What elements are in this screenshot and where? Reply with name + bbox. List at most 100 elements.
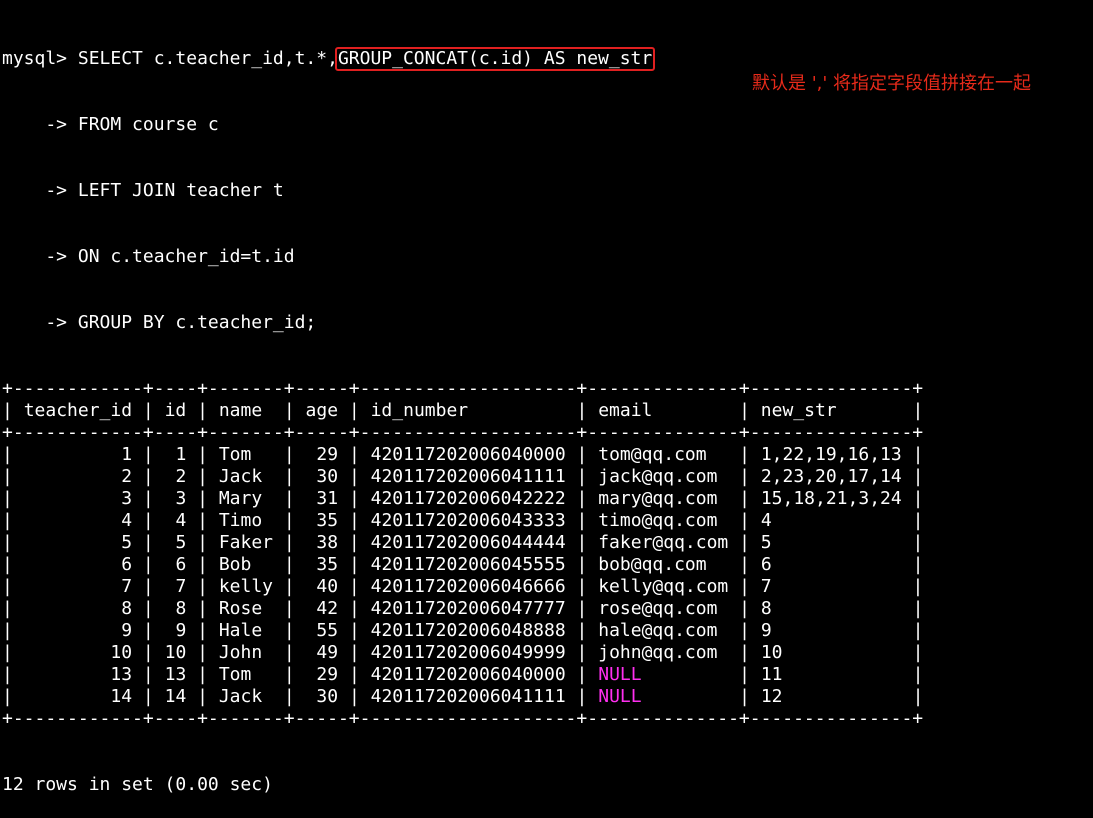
cell-name: Tom [218, 664, 252, 685]
cell-teacher-id: 7 [121, 576, 133, 597]
cell-name: Tom [218, 444, 252, 465]
cell-id-number: 420117202006043333 [370, 510, 566, 531]
column-header-age: age [305, 400, 339, 421]
cell-age: 30 [316, 686, 339, 707]
table-row: | 2 | 2 | Jack | 30 | 420117202006041111… [2, 466, 924, 487]
cell-email: NULL [598, 664, 642, 685]
cell-age: 49 [316, 642, 339, 663]
cell-age: 31 [316, 488, 339, 509]
table-row: | 5 | 5 | Faker | 38 | 42011720200604444… [2, 532, 924, 553]
column-header-email: email [598, 400, 653, 421]
cell-teacher-id: 5 [121, 532, 133, 553]
cell-age: 29 [316, 444, 339, 465]
cell-new-str: 7 [760, 576, 772, 597]
column-header-new-str: new_str [760, 400, 837, 421]
cell-email: kelly@qq.com [598, 576, 729, 597]
query-group-by-clause: GROUP BY c.teacher_id; [77, 312, 317, 333]
cell-email: mary@qq.com [598, 488, 718, 509]
column-header-id: id [164, 400, 187, 421]
cell-new-str: 12 [760, 686, 783, 707]
cell-email: hale@qq.com [598, 620, 718, 641]
cell-teacher-id: 8 [121, 598, 133, 619]
cell-name: Rose [218, 598, 263, 619]
cell-email: faker@qq.com [598, 532, 729, 553]
cell-id-number: 420117202006040000 [370, 444, 566, 465]
cell-new-str: 6 [760, 554, 772, 575]
cell-id-number: 420117202006040000 [370, 664, 566, 685]
cell-name: Hale [218, 620, 263, 641]
cell-age: 42 [316, 598, 339, 619]
cell-new-str: 15,18,21,3,24 [760, 488, 902, 509]
cell-new-str: 9 [760, 620, 772, 641]
cell-new-str: 4 [760, 510, 772, 531]
cell-id: 14 [164, 686, 187, 707]
cell-age: 29 [316, 664, 339, 685]
cell-email: john@qq.com [598, 642, 718, 663]
cell-teacher-id: 1 [121, 444, 133, 465]
cell-email: NULL [598, 686, 642, 707]
cell-age: 55 [316, 620, 339, 641]
group-concat-expression: GROUP_CONCAT(c.id) AS new_str [337, 48, 653, 69]
continuation-prompt: -> [2, 312, 78, 333]
cell-age: 38 [316, 532, 339, 553]
cell-teacher-id: 2 [121, 466, 133, 487]
table-row: | 3 | 3 | Mary | 31 | 420117202006042222… [2, 488, 924, 509]
annotation-note: 默认是 ',' 将指定字段值拼接在一起 [752, 73, 1032, 94]
cell-name: Jack [218, 466, 263, 487]
cell-id: 2 [175, 466, 187, 487]
cell-name: Bob [218, 554, 252, 575]
cell-age: 40 [316, 576, 339, 597]
cell-name: Jack [218, 686, 263, 707]
cell-name: Faker [218, 532, 274, 553]
cell-id-number: 420117202006041111 [370, 466, 566, 487]
cell-id: 9 [175, 620, 187, 641]
table-row: | 6 | 6 | Bob | 35 | 420117202006045555 … [2, 554, 924, 575]
table-row: | 4 | 4 | Timo | 35 | 420117202006043333… [2, 510, 924, 531]
cell-email: timo@qq.com [598, 510, 718, 531]
result-summary: 12 rows in set (0.00 sec) [2, 774, 273, 795]
column-header-id-number: id_number [370, 400, 469, 421]
query-from-clause: FROM course c [77, 114, 219, 135]
cell-id-number: 420117202006046666 [370, 576, 566, 597]
continuation-prompt: -> [2, 180, 78, 201]
cell-new-str: 1,22,19,16,13 [760, 444, 902, 465]
cell-email: jack@qq.com [598, 466, 718, 487]
cell-id-number: 420117202006047777 [370, 598, 566, 619]
cell-new-str: 10 [760, 642, 783, 663]
cell-age: 30 [316, 466, 339, 487]
cell-new-str: 11 [760, 664, 783, 685]
cell-age: 35 [316, 554, 339, 575]
cell-id: 6 [175, 554, 187, 575]
table-border: +------------+----+-------+-----+-------… [2, 378, 924, 399]
cell-id-number: 420117202006045555 [370, 554, 566, 575]
table-border: +------------+----+-------+-----+-------… [2, 422, 924, 443]
table-row: | 7 | 7 | kelly | 40 | 42011720200604666… [2, 576, 924, 597]
cell-new-str: 5 [760, 532, 772, 553]
cell-id: 3 [175, 488, 187, 509]
query-select-clause: SELECT c.teacher_id,t.*, [77, 48, 338, 69]
cell-teacher-id: 10 [110, 642, 133, 663]
cell-name: John [218, 642, 263, 663]
cell-id: 8 [175, 598, 187, 619]
table-row: | 10 | 10 | John | 49 | 4201172020060499… [2, 642, 924, 663]
highlight-box: GROUP_CONCAT(c.id) AS new_str [334, 47, 656, 71]
table-border: +------------+----+-------+-----+-------… [2, 708, 924, 729]
cell-id: 10 [164, 642, 187, 663]
query-join-clause: LEFT JOIN teacher t [77, 180, 284, 201]
cell-id: 7 [175, 576, 187, 597]
cell-id: 13 [164, 664, 187, 685]
cell-new-str: 8 [760, 598, 772, 619]
continuation-prompt: -> [2, 246, 78, 267]
cell-id-number: 420117202006041111 [370, 686, 566, 707]
terminal-output: mysql> SELECT c.teacher_id,t.*,GROUP_CON… [2, 4, 923, 818]
query-line-4: -> ON c.teacher_id=t.id [2, 246, 923, 268]
cell-teacher-id: 9 [121, 620, 133, 641]
column-header-name: name [218, 400, 263, 421]
table-row: | 8 | 8 | Rose | 42 | 420117202006047777… [2, 598, 924, 619]
column-header-teacher-id: teacher_id [23, 400, 133, 421]
cell-id: 5 [175, 532, 187, 553]
cell-email: bob@qq.com [598, 554, 707, 575]
cell-teacher-id: 3 [121, 488, 133, 509]
cell-id: 4 [175, 510, 187, 531]
cell-teacher-id: 6 [121, 554, 133, 575]
